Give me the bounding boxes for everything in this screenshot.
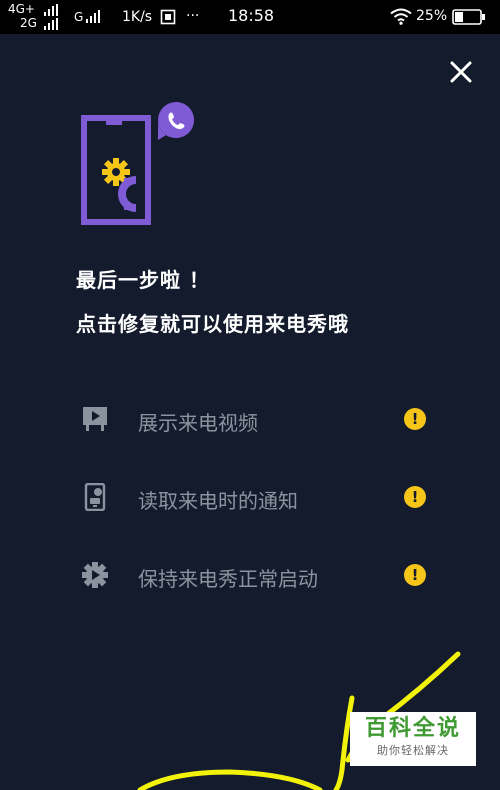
video-display-icon (83, 407, 107, 431)
status-bar: 4G+ 2G G 1K/s ··· 18:58 25% (0, 0, 500, 34)
notification-icon (84, 483, 106, 511)
network-type-4g: 4G+ (8, 2, 35, 16)
permission-label: 读取来电时的通知 (138, 489, 298, 513)
watermark-title: 百科全说 (364, 716, 461, 741)
headline-line1: 最后一步啦 ！ (76, 268, 210, 292)
network-type-2g: 2G (20, 16, 37, 30)
permission-row-video[interactable]: 展示来电视频 ! (80, 399, 430, 439)
phone-call-icon (158, 102, 194, 140)
clock: 18:58 (228, 6, 275, 25)
phone-repair-icon (81, 102, 194, 225)
watermark-subtitle: 助你轻松解决 (377, 744, 449, 757)
battery-icon (452, 9, 485, 25)
signal-bars-icon (86, 10, 100, 23)
gear-icon (82, 562, 108, 588)
close-icon[interactable] (444, 55, 478, 89)
wifi-icon (390, 8, 412, 25)
permission-row-autostart[interactable]: 保持来电秀正常启动 ! (80, 555, 430, 595)
permission-row-notification[interactable]: 读取来电时的通知 ! (80, 477, 430, 517)
watermark-logo: 百科全说 助你轻松解决 (350, 712, 476, 766)
warning-icon: ! (404, 486, 426, 508)
permission-label: 保持来电秀正常启动 (138, 567, 318, 591)
headline-line2: 点击修复就可以使用来电秀哦 (76, 312, 349, 336)
warning-icon: ! (404, 408, 426, 430)
more-indicator: ··· (186, 8, 200, 24)
network-speed: 1K/s (122, 9, 153, 25)
battery-percent: 25% (416, 8, 448, 24)
warning-icon: ! (404, 564, 426, 586)
screenshot-icon (160, 9, 176, 25)
network-type-g: G (74, 10, 84, 24)
annotation-scribble (137, 651, 461, 790)
permission-label: 展示来电视频 (138, 411, 258, 435)
signal-bars-icon (44, 4, 58, 16)
signal-bars-icon (44, 18, 58, 30)
gear-icon (118, 176, 137, 212)
